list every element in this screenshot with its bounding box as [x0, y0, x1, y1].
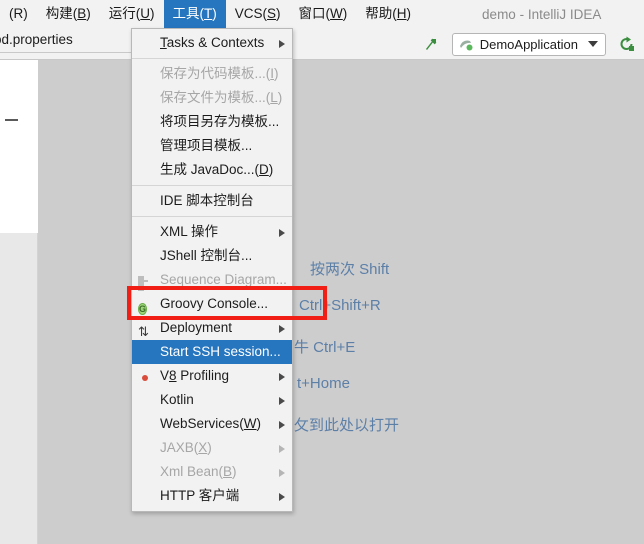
menu-item-12: Sequence Diagram...: [132, 268, 292, 292]
menu-item-label: Xml Bean(B): [160, 464, 237, 479]
menu-item-label: 生成 JavaDoc...(D): [160, 162, 274, 177]
kotlin-icon: [138, 392, 154, 408]
menu-item-label: HTTP 客户端: [160, 488, 240, 503]
menu-item-label: IDE 脚本控制台: [160, 193, 254, 208]
menu-item-label: JAXB(X): [160, 440, 212, 455]
build-arrow-icon[interactable]: [420, 33, 442, 55]
menu-item-21[interactable]: HTTP 客户端: [132, 484, 292, 508]
deployment-icon: ⇅: [138, 325, 149, 340]
submenu-arrow-icon: [279, 397, 285, 405]
menu-item-label: Kotlin: [160, 392, 194, 407]
menu-item-2: 保存为代码模板...(I): [132, 62, 292, 86]
tools-menu-popup[interactable]: Tasks & Contexts 保存为代码模板...(I) 保存文件为模板...(…: [131, 28, 293, 512]
menu-item-6[interactable]: 生成 JavaDoc...(D): [132, 158, 292, 182]
menu-separator: [132, 185, 292, 186]
menu-item-label: WebServices(W): [160, 416, 262, 431]
menu-item-18[interactable]: WebServices(W): [132, 412, 292, 436]
menu-item-3: 保存文件为模板...(L): [132, 86, 292, 110]
menu-item-label: Deployment: [160, 320, 233, 335]
sequence-diagram-icon: [138, 272, 154, 291]
toolbar-right-group: DemoApplication: [420, 28, 638, 60]
menu-item-label: 管理项目模板...: [160, 138, 253, 153]
submenu-arrow-icon: [279, 493, 285, 501]
menu-item-8[interactable]: IDE 脚本控制台: [132, 189, 292, 213]
editor-hint-1: Ctrl+Shift+R: [299, 297, 381, 314]
menu-item-label: V8 Profiling: [160, 368, 230, 383]
editor-hint-4: 攵到此处以打开: [294, 417, 400, 434]
submenu-arrow-icon: [279, 40, 285, 48]
editor-tab-label: od.properties: [0, 32, 73, 47]
run-configuration-selector[interactable]: DemoApplication: [451, 32, 606, 56]
editor-hint-3: t+Home: [297, 375, 350, 392]
menu-item-0[interactable]: Tasks & Contexts: [132, 31, 292, 55]
menu-item-13[interactable]: G Groovy Console...: [132, 292, 292, 316]
menu-item-17[interactable]: Kotlin: [132, 388, 292, 412]
menu-item-4[interactable]: 将项目另存为模板...: [132, 110, 292, 134]
menu-item-10[interactable]: XML 操作: [132, 220, 292, 244]
rerun-icon[interactable]: [616, 33, 638, 55]
menu-item-label: Start SSH session...: [160, 344, 281, 359]
submenu-arrow-icon: [279, 469, 285, 477]
run-configuration-label: DemoApplication: [479, 36, 578, 52]
menu-item-15[interactable]: Start SSH session...: [132, 340, 292, 364]
submenu-arrow-icon: [279, 445, 285, 453]
menubar-item-5[interactable]: 窗口(W): [290, 0, 357, 28]
editor-hint-0: 按两次 Shift: [310, 261, 390, 278]
menu-item-19: JAXB(X): [132, 436, 292, 460]
submenu-arrow-icon: [279, 373, 285, 381]
menu-bar: (R) 构建(B) 运行(U) 工具(T) VCS(S) 窗口(W) 帮助(H) demo …: [0, 0, 644, 28]
menu-item-label: Groovy Console...: [160, 296, 269, 311]
menubar-item-3[interactable]: 工具(T): [163, 0, 226, 28]
menu-item-5[interactable]: 管理项目模板...: [132, 134, 292, 158]
submenu-arrow-icon: [279, 421, 285, 429]
menu-item-label: 保存为代码模板...(I): [160, 66, 279, 81]
menu-item-label: JShell 控制台...: [160, 248, 253, 263]
window-title: demo - IntelliJ IDEA: [482, 6, 602, 22]
menu-item-11[interactable]: JShell 控制台...: [132, 244, 292, 268]
groovy-console-icon: G: [138, 303, 148, 315]
chevron-down-icon[interactable]: [588, 41, 598, 47]
collapse-icon[interactable]: [5, 119, 18, 121]
menubar-item-4[interactable]: VCS(S): [226, 0, 290, 28]
v8-profiling-icon: [138, 368, 154, 384]
menu-item-label: Tasks & Contexts: [160, 35, 265, 50]
menu-item-14[interactable]: ⇅ Deployment: [132, 316, 292, 340]
menu-item-label: 保存文件为模板...(L): [160, 90, 283, 105]
menubar-item-0[interactable]: (R): [0, 0, 37, 28]
menu-item-20: Xml Bean(B): [132, 460, 292, 484]
editor-hint-2: 牛 Ctrl+E: [294, 339, 356, 356]
editor-left-rail-lower: [0, 233, 38, 544]
submenu-arrow-icon: [279, 229, 285, 237]
menu-separator: [132, 216, 292, 217]
menubar-item-2[interactable]: 运行(U): [100, 0, 164, 28]
menubar-item-1[interactable]: 构建(B): [37, 0, 100, 28]
menu-item-label: XML 操作: [160, 224, 219, 239]
menu-item-label: Sequence Diagram...: [160, 272, 287, 287]
editor-tab-strip[interactable]: od.properties: [0, 28, 131, 53]
menu-separator: [132, 58, 292, 59]
submenu-arrow-icon: [279, 325, 285, 333]
menubar-item-6[interactable]: 帮助(H): [356, 0, 420, 28]
spring-boot-icon: [458, 36, 474, 52]
menu-item-16[interactable]: V8 Profiling: [132, 364, 292, 388]
menu-item-label: 将项目另存为模板...: [160, 114, 280, 129]
